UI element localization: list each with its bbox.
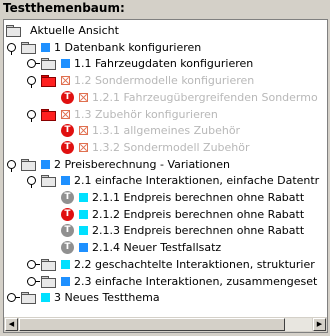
tree-node[interactable]: 2 Preisberechnung - Variationen (6, 156, 230, 173)
scroll-left-button[interactable]: ◀ (5, 318, 18, 331)
tree-node-label: 1 Datenbank konfigurieren (54, 40, 202, 54)
collapsed-handle-icon[interactable] (6, 292, 20, 303)
expanded-handle-icon[interactable] (26, 75, 37, 89)
tree-node[interactable]: 1.2 Sondermodelle konfigurieren (26, 72, 254, 89)
tree-node[interactable]: T 2.1.3 Endpreis berechnen ohne Rabatt (46, 222, 304, 239)
tree-node[interactable]: 2.2 geschachtelte Interaktionen, struktu… (26, 256, 315, 273)
tree-node-label: 2.1.2 Endpreis berechnen ohne Rabatt (92, 207, 305, 221)
collapsed-handle-icon[interactable] (26, 58, 40, 69)
tree-node-label: 1.3 Zubehör konfigurieren (74, 107, 218, 121)
tree-node-label: 3 Neues Testthema (54, 291, 160, 305)
tree-node[interactable]: 2.1 einfache Interaktionen, einfache Dat… (26, 172, 319, 189)
tree-node-label: 1.3.1 allgemeines Zubehör (92, 124, 241, 138)
scroll-track[interactable] (285, 318, 312, 331)
tree-node[interactable]: T 1.2.1 Fahrzeugübergreifenden Sondermo (46, 89, 318, 106)
tree-node[interactable]: T 2.1.4 Neuer Testfallsatz (46, 239, 221, 256)
tree-node-label: 2.1.1 Endpreis berechnen ohne Rabatt (92, 191, 305, 204)
folder-icon (41, 58, 56, 71)
tree-node-label: Aktuelle Ansicht (30, 24, 119, 37)
folder-icon (21, 158, 36, 171)
status-square-icon (79, 193, 88, 202)
folder-icon (21, 292, 36, 305)
expanded-handle-icon[interactable] (26, 109, 37, 122)
tree-node-label: 2.1 einfache Interaktionen, einfache Dat… (74, 174, 320, 188)
expanded-handle-icon[interactable] (6, 159, 17, 172)
tree-node[interactable]: T 2.1.2 Endpreis berechnen ohne Rabatt (46, 206, 304, 223)
tree-node-label: 2.1.3 Endpreis berechnen ohne Rabatt (92, 224, 305, 238)
test-case-icon: T (61, 90, 74, 104)
status-square-icon (41, 159, 50, 169)
excluded-status-icon (79, 126, 88, 136)
excluded-status-icon (61, 76, 70, 86)
tree-node[interactable]: 3 Neues Testthema (6, 289, 160, 306)
expanded-handle-icon[interactable] (26, 175, 37, 189)
folder-icon (41, 175, 56, 188)
excluded-status-icon (79, 92, 88, 102)
test-topic-tree[interactable]: Aktuelle Ansicht 1 Datenbank konfiguriere… (3, 19, 328, 333)
panel-title: Testthemenbaum: (0, 0, 330, 17)
tree-node[interactable]: 1.1 Fahrzeugdaten konfigurieren (26, 55, 253, 72)
test-case-icon: T (61, 140, 74, 154)
status-square-icon (61, 276, 70, 286)
folder-icon (41, 75, 56, 88)
test-case-icon: T (61, 224, 74, 238)
scroll-right-button[interactable]: ▶ (313, 318, 326, 331)
status-square-icon (41, 293, 50, 303)
tree-node[interactable]: 1 Datenbank konfigurieren (6, 39, 201, 56)
tree-node-label: 2.2 geschachtelte Interaktionen, struktu… (74, 257, 315, 271)
tree-content: Aktuelle Ansicht 1 Datenbank konfiguriere… (4, 20, 327, 310)
status-square-icon (79, 243, 88, 253)
excluded-status-icon (61, 109, 70, 119)
tree-node-label: 2 Preisberechnung - Variationen (54, 157, 230, 171)
tree-node[interactable]: 2.3 einfache Interaktionen, zusammengese… (26, 273, 317, 290)
tree-node-label: 1.1 Fahrzeugdaten konfigurieren (74, 57, 254, 71)
folder-icon (41, 258, 56, 271)
tree-node-label: 1.2 Sondermodelle konfigurieren (74, 74, 255, 88)
tree-node-label: 2.1.4 Neuer Testfallsatz (92, 241, 222, 255)
test-case-icon: T (61, 241, 74, 255)
tree-node[interactable]: 1.3 Zubehör konfigurieren (26, 106, 218, 123)
collapsed-handle-icon[interactable] (26, 276, 40, 287)
tree-node[interactable]: T 1.3.1 allgemeines Zubehör (46, 122, 240, 139)
scroll-thumb[interactable] (19, 318, 285, 331)
folder-icon (6, 25, 21, 37)
status-square-icon (79, 209, 88, 219)
folder-icon (41, 108, 56, 121)
status-square-icon (79, 226, 88, 236)
status-square-icon (61, 176, 70, 186)
status-square-icon (41, 42, 50, 52)
tree-node[interactable]: T 2.1.1 Endpreis berechnen ohne Rabatt (46, 189, 304, 206)
tree-node[interactable]: Aktuelle Ansicht (6, 22, 119, 39)
tree-node[interactable]: T 1.3.2 Sondermodell Zubehör (46, 139, 250, 156)
collapsed-handle-icon[interactable] (26, 259, 40, 270)
tree-node-label: 2.3 einfache Interaktionen, zusammengese… (74, 274, 318, 288)
status-square-icon (61, 59, 70, 69)
test-case-icon: T (61, 124, 74, 138)
excluded-status-icon (79, 142, 88, 152)
tree-node-label: 1.2.1 Fahrzeugübergreifenden Sondermo (92, 90, 318, 104)
folder-icon (21, 41, 36, 54)
test-case-icon: T (61, 207, 74, 221)
tree-node-label: 1.3.2 Sondermodell Zubehör (92, 140, 250, 154)
expanded-handle-icon[interactable] (6, 42, 17, 55)
test-case-icon: T (61, 191, 74, 204)
status-square-icon (61, 259, 70, 269)
horizontal-scrollbar[interactable]: ◀ ▶ (4, 316, 327, 332)
folder-icon (41, 275, 56, 288)
